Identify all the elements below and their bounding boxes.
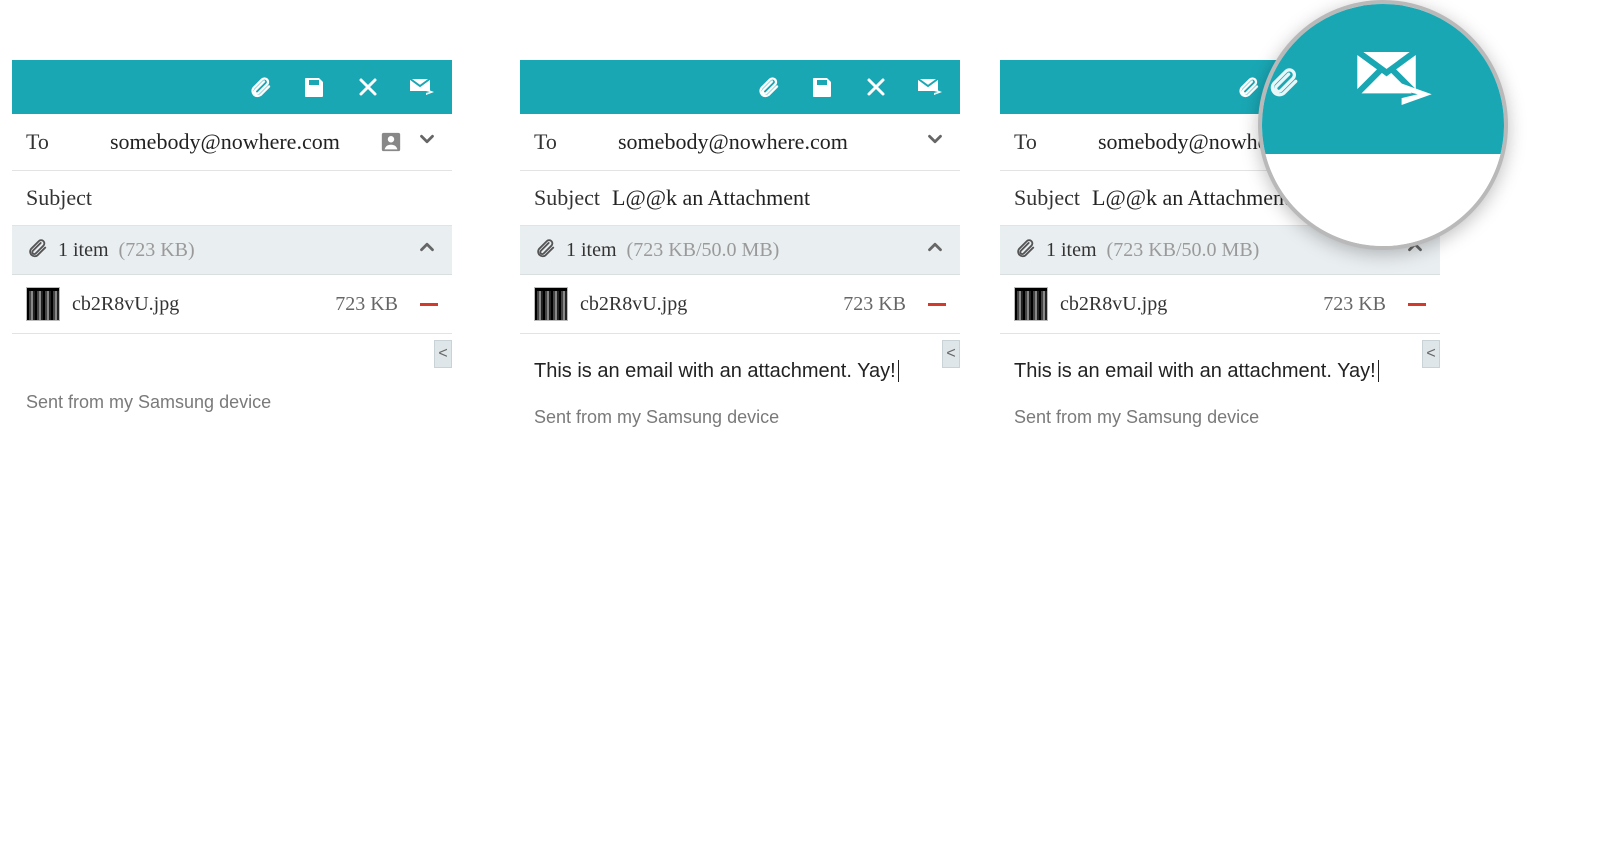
text-cursor <box>1378 360 1379 382</box>
compose-pane-2: To somebody@nowhere.com Subject L@@k an … <box>520 60 960 446</box>
to-label: To <box>534 129 604 155</box>
to-label: To <box>1014 129 1084 155</box>
paperclip-icon <box>26 237 48 264</box>
subject-value[interactable]: L@@k an Attachment <box>1092 185 1290 211</box>
attachments-bar[interactable]: 1 item (723 KB/50.0 MB) <box>520 226 960 275</box>
attachment-count: 1 item <box>1046 239 1097 262</box>
attachments-bar[interactable]: 1 item (723 KB) <box>12 226 452 275</box>
send-icon[interactable] <box>1350 42 1436 112</box>
body-text[interactable]: This is an email with an attachment. Yay… <box>520 334 960 389</box>
attachment-count: 1 item <box>566 239 617 262</box>
subject-value[interactable]: L@@k an Attachment <box>612 185 810 211</box>
attach-icon <box>1266 65 1300 104</box>
body-area: < Sent from my Samsung device <box>12 334 452 431</box>
body-area: < This is an email with an attachment. Y… <box>520 334 960 446</box>
toolbar <box>520 60 960 114</box>
attachment-filesize: 723 KB <box>1323 293 1386 316</box>
body-text[interactable]: This is an email with an attachment. Yay… <box>1000 334 1440 389</box>
signature-text: Sent from my Samsung device <box>1000 389 1440 446</box>
paperclip-icon <box>534 237 556 264</box>
send-icon[interactable] <box>916 73 944 101</box>
remove-attachment-button[interactable] <box>1408 303 1426 306</box>
save-icon[interactable] <box>300 73 328 101</box>
close-icon[interactable] <box>354 73 382 101</box>
attachment-size: (723 KB/50.0 MB) <box>1107 239 1260 262</box>
remove-attachment-button[interactable] <box>420 303 438 306</box>
text-cursor <box>898 360 899 382</box>
attachment-row: cb2R8vU.jpg 723 KB <box>1000 275 1440 334</box>
body-area: < This is an email with an attachment. Y… <box>1000 334 1440 446</box>
body-text[interactable] <box>12 334 452 374</box>
to-row: To somebody@nowhere.com <box>520 114 960 171</box>
attachment-filesize: 723 KB <box>843 293 906 316</box>
attach-icon[interactable] <box>754 73 782 101</box>
attachment-filename[interactable]: cb2R8vU.jpg <box>1060 293 1311 316</box>
attach-icon[interactable] <box>246 73 274 101</box>
send-icon[interactable] <box>408 73 436 101</box>
attachment-thumbnail[interactable] <box>26 287 60 321</box>
formatting-drawer-handle[interactable]: < <box>942 340 960 368</box>
toolbar <box>12 60 452 114</box>
attachment-filesize: 723 KB <box>335 293 398 316</box>
signature-text: Sent from my Samsung device <box>12 374 452 431</box>
attachment-size: (723 KB/50.0 MB) <box>627 239 780 262</box>
subject-row: Subject L@@k an Attachment <box>520 171 960 226</box>
expand-recipients-icon[interactable] <box>924 128 946 156</box>
subject-label: Subject <box>534 185 600 211</box>
signature-text: Sent from my Samsung device <box>520 389 960 446</box>
attachment-thumbnail[interactable] <box>1014 287 1048 321</box>
contact-icon[interactable] <box>380 131 402 153</box>
compose-pane-1: To somebody@nowhere.com Subject 1 item (… <box>12 60 452 431</box>
to-label: To <box>26 129 96 155</box>
paperclip-icon <box>1014 237 1036 264</box>
canvas: To somebody@nowhere.com Subject 1 item (… <box>0 0 1600 860</box>
zoom-lens-content <box>1262 4 1504 246</box>
attach-icon[interactable] <box>1234 73 1262 101</box>
expand-recipients-icon[interactable] <box>416 128 438 156</box>
attachment-filename[interactable]: cb2R8vU.jpg <box>72 293 323 316</box>
zoom-lens <box>1258 0 1508 250</box>
to-value[interactable]: somebody@nowhere.com <box>110 129 366 155</box>
attachment-row: cb2R8vU.jpg 723 KB <box>520 275 960 334</box>
attachment-size: (723 KB) <box>119 239 195 262</box>
save-icon[interactable] <box>808 73 836 101</box>
close-icon[interactable] <box>862 73 890 101</box>
attachment-filename[interactable]: cb2R8vU.jpg <box>580 293 831 316</box>
to-row: To somebody@nowhere.com <box>12 114 452 171</box>
collapse-attachments-icon[interactable] <box>924 236 946 264</box>
attachment-thumbnail[interactable] <box>534 287 568 321</box>
subject-row: Subject <box>12 171 452 226</box>
to-value[interactable]: somebody@nowhere.com <box>618 129 910 155</box>
formatting-drawer-handle[interactable]: < <box>1422 340 1440 368</box>
subject-label: Subject <box>26 185 92 211</box>
subject-label: Subject <box>1014 185 1080 211</box>
attachment-count: 1 item <box>58 239 109 262</box>
collapse-attachments-icon[interactable] <box>416 236 438 264</box>
remove-attachment-button[interactable] <box>928 303 946 306</box>
attachment-row: cb2R8vU.jpg 723 KB <box>12 275 452 334</box>
formatting-drawer-handle[interactable]: < <box>434 340 452 368</box>
